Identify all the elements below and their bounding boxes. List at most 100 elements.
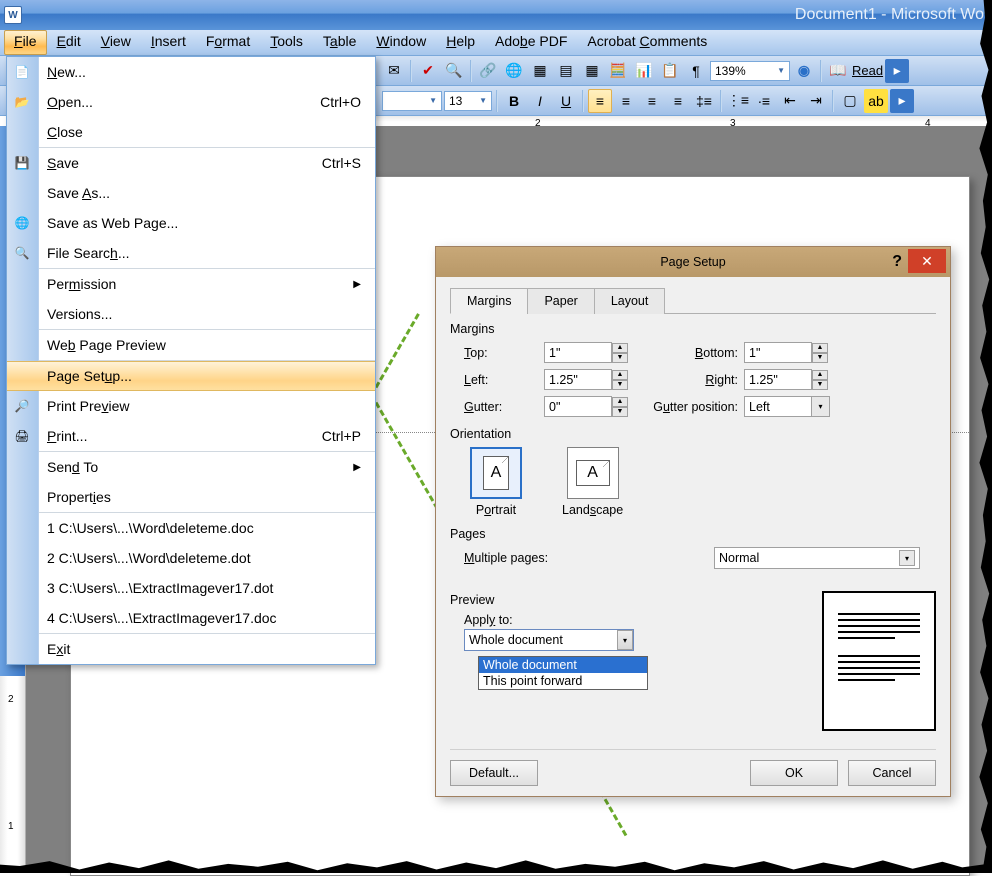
toolbar-btn[interactable]: ▦ [528,59,552,83]
menu-view[interactable]: View [91,30,141,55]
group-margins-label: Margins [450,322,936,336]
ruler-tick: 2 [8,694,14,705]
align-left-btn[interactable]: ≡ [588,89,612,113]
menuitem-recent1[interactable]: 1 C:\Users\...\Word\deleteme.doc [7,513,375,543]
saveweb-icon: 🌐 [13,214,31,232]
apply-to-combo[interactable]: Whole document▾ [464,629,634,651]
toolbar-btn[interactable]: 🔍 [442,59,466,83]
menuitem-sendto[interactable]: Send To▶ [7,452,375,482]
cancel-button[interactable]: Cancel [848,760,936,786]
tab-paper[interactable]: Paper [527,288,594,314]
dialog-titlebar[interactable]: Page Setup ? ✕ [436,247,950,277]
toolbar-btn[interactable]: 📊 [632,59,656,83]
menuitem-properties[interactable]: Properties [7,482,375,512]
menuitem-saveas[interactable]: Save As... [7,178,375,208]
preview-page [822,591,936,731]
submenu-arrow-icon: ▶ [353,462,361,473]
indent-btn[interactable]: ⇥ [804,89,828,113]
menuitem-save[interactable]: 💾SaveCtrl+S [7,148,375,178]
bold-btn[interactable]: B [502,89,526,113]
menuitem-close[interactable]: Close [7,117,375,147]
bottom-input[interactable]: ▲▼ [744,342,844,363]
apply-to-option[interactable]: Whole document [479,657,647,673]
menuitem-pagesetup[interactable]: Page Setup... [7,361,375,391]
apply-to-option[interactable]: This point forward [479,673,647,689]
toolbar-btn[interactable]: 📋 [658,59,682,83]
gutterpos-combo[interactable]: ▾ [744,396,844,417]
menu-format[interactable]: Format [196,30,260,55]
gutter-input[interactable]: ▲▼ [544,396,644,417]
menu-insert[interactable]: Insert [141,30,196,55]
toolbar-btn[interactable]: 🧮 [606,59,630,83]
toolbar-btn[interactable]: ✔ [416,59,440,83]
save-icon: 💾 [13,154,31,172]
ok-button[interactable]: OK [750,760,838,786]
right-label: Right: [644,373,744,387]
menuitem-versions[interactable]: Versions... [7,299,375,329]
menuitem-recent3[interactable]: 3 C:\Users\...\ExtractImagever17.dot [7,573,375,603]
tab-margins[interactable]: Margins [450,288,528,314]
apply-to-label: Apply to: [464,613,634,627]
menuitem-open[interactable]: 📂Open...Ctrl+O [7,87,375,117]
top-input[interactable]: ▲▼ [544,342,644,363]
dialog-tabs: Margins Paper Layout [450,287,936,314]
toolbar-btn[interactable]: ▦ [580,59,604,83]
left-input[interactable]: ▲▼ [544,369,644,390]
right-input[interactable]: ▲▼ [744,369,844,390]
outdent-btn[interactable]: ⇤ [778,89,802,113]
menuitem-recent2[interactable]: 2 C:\Users\...\Word\deleteme.dot [7,543,375,573]
align-center-btn[interactable]: ≡ [614,89,638,113]
numbering-btn[interactable]: ⋮≡ [726,89,750,113]
menuitem-print[interactable]: 🖨Print...Ctrl+P [7,421,375,451]
help-icon[interactable]: ? [892,253,902,271]
menuitem-exit[interactable]: Exit [7,634,375,664]
menuitem-new[interactable]: 📄New... [7,57,375,87]
bullets-btn[interactable]: ∙≡ [752,89,776,113]
borders-btn[interactable]: ▢ [838,89,862,113]
align-justify-btn[interactable]: ≡ [666,89,690,113]
toolbar-more[interactable]: ▸ [890,89,914,113]
new-icon: 📄 [13,63,31,81]
toolbar-btn[interactable]: 🌐 [502,59,526,83]
align-right-btn[interactable]: ≡ [640,89,664,113]
orientation-portrait[interactable]: A [470,447,522,499]
font-size-combo[interactable]: 13▼ [444,91,492,111]
read-icon[interactable]: 📖 [826,59,850,83]
italic-btn[interactable]: I [528,89,552,113]
menu-edit[interactable]: Edit [47,30,91,55]
open-icon: 📂 [13,93,31,111]
menuitem-filesearch[interactable]: 🔍File Search... [7,238,375,268]
bottom-label: Bottom: [644,346,744,360]
pilcrow-btn[interactable]: ¶ [684,59,708,83]
menuitem-printpreview[interactable]: 🔎Print Preview [7,391,375,421]
gutterpos-label: Gutter position: [644,400,744,414]
orientation-landscape[interactable]: A [567,447,619,499]
toolbar-more[interactable]: ▸ [885,59,909,83]
menuitem-recent4[interactable]: 4 C:\Users\...\ExtractImagever17.doc [7,603,375,633]
default-button[interactable]: Default... [450,760,538,786]
menu-window[interactable]: Window [366,30,436,55]
line-spacing-btn[interactable]: ‡≡ [692,89,716,113]
menuitem-webpagepreview[interactable]: Web Page Preview [7,330,375,360]
font-name-combo[interactable]: ▼ [382,91,442,111]
menu-tools[interactable]: Tools [260,30,313,55]
menu-file[interactable]: File [4,30,47,55]
menu-acrobat-comments[interactable]: Acrobat Comments [577,30,717,55]
close-button[interactable]: ✕ [908,249,946,273]
highlight-btn[interactable]: ab [864,89,888,113]
multiple-pages-combo[interactable]: Normal▾ [714,547,920,569]
read-label[interactable]: Read [852,63,883,78]
menu-table[interactable]: Table [313,30,366,55]
toolbar-btn[interactable]: ✉ [382,59,406,83]
help-icon[interactable]: ◉ [792,59,816,83]
ruler-tick: 1 [8,821,14,832]
menu-help[interactable]: Help [436,30,485,55]
menuitem-permission[interactable]: Permission▶ [7,269,375,299]
toolbar-btn[interactable]: ▤ [554,59,578,83]
menuitem-saveasweb[interactable]: 🌐Save as Web Page... [7,208,375,238]
tab-layout[interactable]: Layout [594,288,666,314]
zoom-combo[interactable]: 139%▼ [710,61,790,81]
toolbar-btn[interactable]: 🔗 [476,59,500,83]
underline-btn[interactable]: U [554,89,578,113]
menu-adobepdf[interactable]: Adobe PDF [485,30,577,55]
